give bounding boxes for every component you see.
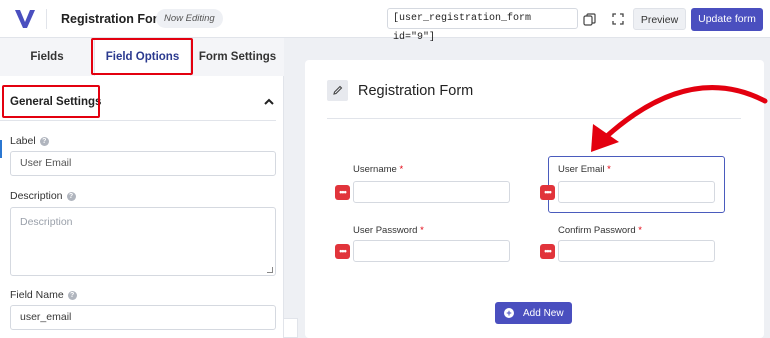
drag-handle-icon[interactable]: ••• (540, 244, 555, 259)
user-password-input[interactable] (353, 240, 510, 262)
field-name-label: Field Name ? (10, 289, 77, 301)
divider (0, 120, 276, 121)
user-password-label: User Password * (353, 225, 424, 236)
editing-badge: Now Editing (156, 9, 223, 28)
copy-icon (582, 12, 596, 26)
drag-handle-icon[interactable]: ••• (335, 244, 350, 259)
required-marker: * (607, 164, 611, 175)
update-form-button[interactable]: Update form (691, 8, 763, 31)
preview-button[interactable]: Preview (633, 8, 686, 30)
confirm-password-label: Confirm Password * (558, 225, 642, 236)
resize-handle-icon[interactable] (267, 267, 273, 273)
top-bar: Registration Form Now Editing [user_regi… (0, 0, 770, 43)
user-email-label: User Email * (558, 164, 611, 175)
label-field-label: Label ? (10, 135, 49, 147)
label-input[interactable]: User Email (10, 151, 276, 176)
highlight-box-tab (91, 38, 193, 75)
edit-title-button[interactable] (327, 80, 348, 101)
logo-icon (15, 9, 35, 28)
chevron-up-icon[interactable] (263, 96, 275, 108)
divider (46, 9, 47, 29)
required-marker: * (420, 225, 424, 236)
help-icon[interactable]: ? (66, 191, 76, 201)
divider (327, 118, 741, 119)
copy-shortcode-button[interactable] (578, 8, 600, 30)
help-icon[interactable]: ? (67, 290, 77, 300)
label-text: Label (10, 135, 36, 147)
help-icon[interactable]: ? (39, 136, 49, 146)
form-canvas: Registration Form Username * ••• User Em… (305, 60, 764, 338)
description-field-label: Description ? (10, 190, 76, 202)
app-title: Registration Form (61, 12, 169, 26)
drag-handle-icon[interactable]: ••• (335, 185, 350, 200)
pencil-icon (333, 85, 343, 95)
username-label-text: Username (353, 164, 397, 175)
user-email-input[interactable] (558, 181, 715, 203)
add-new-label: Add New (523, 307, 564, 319)
add-new-button[interactable]: + Add New (495, 302, 572, 324)
collapse-sidebar-handle[interactable] (284, 318, 298, 338)
confirm-password-input[interactable] (558, 240, 715, 262)
field-name-input[interactable]: user_email (10, 305, 276, 330)
fullscreen-button[interactable] (607, 8, 629, 30)
field-name-text: Field Name (10, 289, 64, 301)
fullscreen-icon (612, 13, 624, 25)
description-text: Description (10, 190, 63, 202)
tab-fields[interactable]: Fields (0, 38, 95, 76)
description-placeholder: Description (20, 216, 73, 228)
user-password-label-text: User Password (353, 225, 418, 236)
tab-form-settings[interactable]: Form Settings (190, 38, 284, 76)
user-email-label-text: User Email (558, 164, 605, 175)
edge-accent (0, 140, 2, 158)
username-input[interactable] (353, 181, 510, 203)
form-title: Registration Form (358, 83, 474, 99)
confirm-password-label-text: Confirm Password (558, 225, 636, 236)
shortcode-field[interactable]: [user_registration_form id="9"] (387, 8, 578, 43)
description-textarea[interactable]: Description (10, 207, 276, 276)
highlight-box-general (2, 85, 100, 118)
required-marker: * (399, 164, 404, 175)
required-marker: * (638, 225, 642, 236)
drag-handle-icon[interactable]: ••• (540, 185, 555, 200)
sidebar: Fields Field Options Form Settings Gener… (0, 38, 284, 338)
username-label: Username * (353, 164, 403, 175)
plus-icon: + (504, 308, 514, 318)
